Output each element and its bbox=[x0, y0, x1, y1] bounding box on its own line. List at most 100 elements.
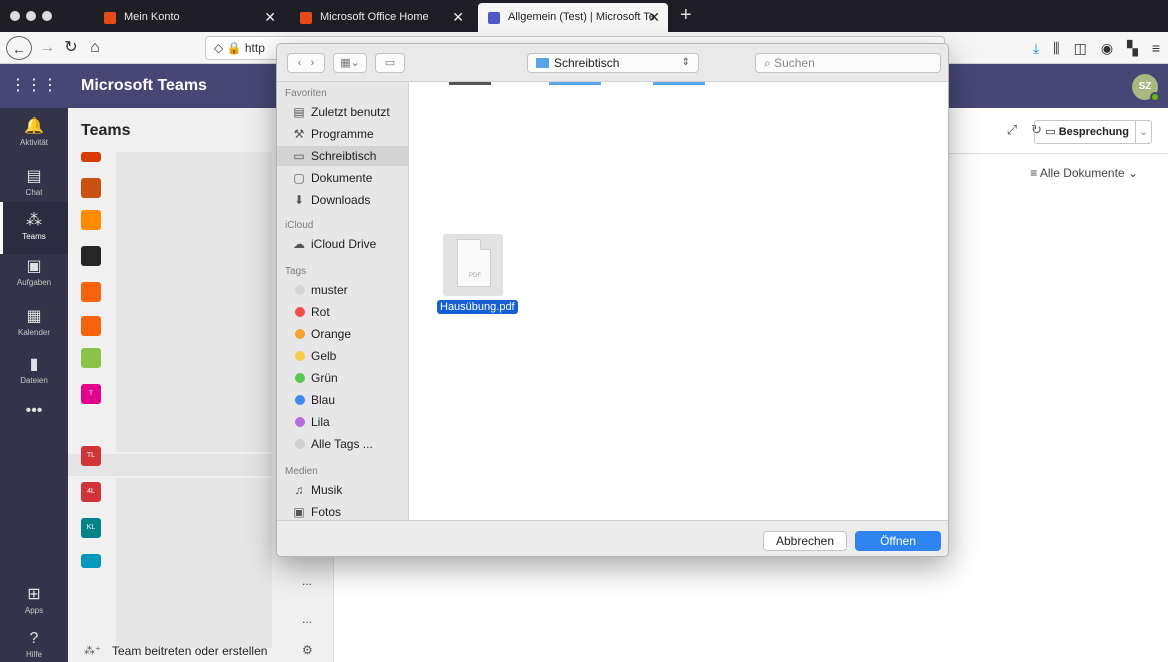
back-chevron-icon[interactable]: ‹ bbox=[298, 57, 302, 69]
section-heading: iCloud bbox=[285, 220, 314, 231]
forward-icon[interactable]: → bbox=[38, 36, 56, 60]
url-text: http bbox=[244, 41, 265, 55]
gear-icon[interactable]: ⚙ bbox=[302, 643, 313, 657]
rail-item-activity[interactable]: 🔔 Aktivität bbox=[0, 108, 68, 160]
sidebar-item-applications[interactable]: ⚒ Programme bbox=[277, 124, 408, 144]
library-icon[interactable]: ⫼ bbox=[1053, 40, 1059, 57]
chevron-down-icon[interactable]: ⌄ bbox=[1135, 121, 1151, 143]
shield-icon[interactable]: ◇ bbox=[214, 41, 223, 55]
browser-tab[interactable]: Microsoft Office Home ✕ bbox=[290, 3, 472, 32]
menu-icon[interactable]: ≡ bbox=[1152, 40, 1160, 56]
extension-icon[interactable]: ▚ bbox=[1127, 40, 1138, 57]
rail-item-teams[interactable]: ⁂ Teams bbox=[0, 202, 68, 254]
sidebar-item-icloud-drive[interactable]: ☁ iCloud Drive bbox=[277, 234, 408, 254]
tab-close-icon[interactable]: ✕ bbox=[264, 3, 276, 32]
bell-icon: 🔔 bbox=[24, 118, 44, 135]
team-tile[interactable]: T bbox=[81, 384, 101, 404]
browser-tab-bar: Mein Konto ✕ Microsoft Office Home ✕ All… bbox=[0, 0, 1168, 32]
team-more-options-icon[interactable]: ... bbox=[302, 612, 312, 626]
rail-item-help[interactable]: ? Hilfe bbox=[0, 622, 68, 662]
updown-chevron-icon: ⇕ bbox=[681, 57, 690, 68]
window-minimize-icon[interactable] bbox=[26, 11, 36, 21]
sidebar-tag-orange[interactable]: Orange bbox=[277, 324, 408, 344]
sidebar-item-desktop[interactable]: ▭ Schreibtisch bbox=[277, 146, 408, 166]
sidebar-item-documents[interactable]: ▢ Dokumente bbox=[277, 168, 408, 188]
section-heading: Medien bbox=[285, 466, 318, 477]
sidebar-item-photos[interactable]: ▣ Fotos bbox=[277, 502, 408, 520]
new-tab-button[interactable]: + bbox=[680, 2, 692, 28]
team-tile[interactable] bbox=[81, 246, 101, 266]
files-icon: ▮ bbox=[29, 356, 39, 373]
sidebar-tag-green[interactable]: Grün bbox=[277, 368, 408, 388]
team-tile[interactable]: TL bbox=[81, 446, 101, 466]
sidebar-item-label: Alle Tags ... bbox=[311, 437, 373, 451]
home-icon[interactable]: ⌂ bbox=[86, 36, 104, 60]
teams-favicon-icon bbox=[488, 12, 500, 24]
team-tile[interactable]: KL bbox=[81, 518, 101, 538]
sidebar-item-recents[interactable]: ▤ Zuletzt benutzt bbox=[277, 102, 408, 122]
sidebar-item-music[interactable]: ♫ Musik bbox=[277, 480, 408, 500]
photos-icon: ▣ bbox=[293, 505, 305, 519]
expand-icon[interactable]: ⤢ bbox=[1007, 122, 1017, 138]
rail-more-button[interactable]: ••• bbox=[0, 394, 68, 424]
sidebar-item-label: Zuletzt benutzt bbox=[311, 105, 390, 119]
filter-icon: ≡ bbox=[1030, 166, 1038, 180]
team-tile[interactable] bbox=[81, 554, 101, 568]
view-options-button[interactable]: ▦⌄ bbox=[333, 53, 367, 73]
sidebar-tag-all[interactable]: Alle Tags ... bbox=[277, 434, 408, 454]
back-icon[interactable]: ← bbox=[6, 36, 32, 60]
open-button[interactable]: Öffnen bbox=[855, 531, 941, 551]
join-team-row: ⁂⁺ Team beitreten oder erstellen ⚙ bbox=[68, 638, 334, 662]
account-icon[interactable]: ◉ bbox=[1101, 40, 1113, 57]
office-favicon-icon bbox=[300, 12, 312, 24]
sidebar-tag-red[interactable]: Rot bbox=[277, 302, 408, 322]
team-tile[interactable] bbox=[81, 316, 101, 336]
browser-tab[interactable]: Mein Konto ✕ bbox=[94, 3, 284, 32]
meeting-button[interactable]: ▭ Besprechung ⌄ bbox=[1034, 120, 1152, 144]
search-input[interactable]: ⌕ Suchen bbox=[755, 53, 941, 73]
team-more-options-icon[interactable]: ... bbox=[302, 574, 312, 588]
rail-item-apps[interactable]: ⊞ Apps bbox=[0, 576, 68, 628]
documents-filter[interactable]: ≡ Alle Dokumente ⌄ bbox=[1030, 166, 1138, 180]
team-tile[interactable] bbox=[81, 210, 101, 230]
browser-tab-active[interactable]: Allgemein (Test) | Microsoft Te ✕ bbox=[478, 3, 668, 32]
cancel-button[interactable]: Abbrechen bbox=[763, 531, 847, 551]
location-select[interactable]: Schreibtisch ⇕ bbox=[527, 53, 699, 73]
sidebar-tag-purple[interactable]: Lila bbox=[277, 412, 408, 432]
team-tile[interactable] bbox=[81, 178, 101, 198]
file-browser-area[interactable]: PDF Hausübung.pdf bbox=[409, 82, 948, 520]
grid-view-icon: ▦⌄ bbox=[340, 57, 360, 69]
rail-label: Aktivität bbox=[19, 138, 48, 147]
app-launcher-icon[interactable]: ⋮⋮⋮ bbox=[0, 64, 68, 108]
forward-chevron-icon[interactable]: › bbox=[311, 57, 315, 69]
rail-item-files[interactable]: ▮ Dateien bbox=[0, 346, 68, 398]
sidebar-item-label: Lila bbox=[311, 415, 330, 429]
sidebar-tag-yellow[interactable]: Gelb bbox=[277, 346, 408, 366]
sidebar-icon[interactable]: ◫ bbox=[1074, 40, 1087, 57]
sidebar-tag-muster[interactable]: muster bbox=[277, 280, 408, 300]
tab-close-icon[interactable]: ✕ bbox=[648, 3, 660, 32]
new-folder-button[interactable]: ▭ bbox=[375, 53, 405, 73]
team-tile[interactable] bbox=[81, 152, 101, 162]
teams-icon: ⁂ bbox=[26, 212, 42, 229]
join-team-link[interactable]: Team beitreten oder erstellen bbox=[112, 644, 267, 658]
rail-item-tasks[interactable]: ▣ Aufgaben bbox=[0, 248, 68, 300]
join-team-icon[interactable]: ⁂⁺ bbox=[84, 644, 101, 657]
sidebar-item-downloads[interactable]: ⬇ Downloads bbox=[277, 190, 408, 210]
search-icon: ⌕ bbox=[764, 56, 771, 70]
sidebar-item-label: Musik bbox=[311, 483, 343, 497]
tab-close-icon[interactable]: ✕ bbox=[452, 3, 464, 32]
rail-item-calendar[interactable]: ▦ Kalender bbox=[0, 298, 68, 350]
window-close-icon[interactable] bbox=[10, 11, 20, 21]
panel-title: Teams bbox=[81, 122, 131, 139]
sidebar-tag-blue[interactable]: Blau bbox=[277, 390, 408, 410]
team-tile[interactable]: 4L bbox=[81, 482, 101, 502]
nav-back-forward[interactable]: ‹ › bbox=[287, 53, 325, 73]
partial-file-thumbnail bbox=[449, 82, 491, 85]
window-zoom-icon[interactable] bbox=[42, 11, 52, 21]
team-tile[interactable] bbox=[81, 348, 101, 368]
reload-icon[interactable]: ↻ bbox=[62, 36, 80, 60]
download-icon[interactable]: ⤓ bbox=[1033, 40, 1039, 57]
avatar[interactable]: SZ bbox=[1132, 74, 1160, 102]
team-tile[interactable] bbox=[81, 282, 101, 302]
